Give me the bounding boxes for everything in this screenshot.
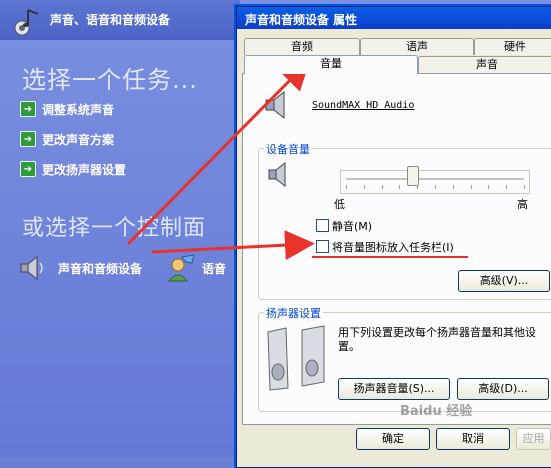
speaker-icon (265, 90, 285, 120)
slider-low-label: 低 (334, 198, 345, 211)
tab-hardware[interactable]: 硬件 (474, 38, 551, 55)
slider-tick (417, 185, 419, 189)
task-label: 更改扬声器设置 (42, 162, 127, 177)
button-label: 高级(V)... (479, 274, 529, 287)
task-adjust-system-sounds[interactable]: ➔ 调整系统声音 (20, 101, 114, 117)
slider-high-label: 高 (517, 198, 528, 211)
task-heading: 选择一个任务... (22, 66, 198, 94)
taskbar-icon-checkbox[interactable] (316, 240, 329, 253)
speaker-volume-button[interactable]: 扬声器音量(S)... (338, 378, 450, 400)
dialog-titlebar[interactable]: 声音和音频设备 属性 (237, 7, 551, 29)
slider-tick (363, 185, 365, 189)
slider-tick (488, 185, 490, 189)
item-label: 语音 (202, 261, 227, 276)
speaker-settings-group-label: 扬声器设置 (264, 305, 323, 321)
slider-tick (470, 185, 472, 189)
device-name: SoundMAX HD Audio (312, 100, 415, 111)
slider-tick (346, 185, 347, 189)
slider-tick (524, 185, 525, 189)
speech-item[interactable]: 语音 (164, 253, 226, 283)
audio-devices-icon (14, 9, 39, 36)
button-label: 应用(A) (522, 432, 545, 445)
mute-checkbox[interactable] (316, 219, 329, 232)
button-label: 取消 (462, 432, 484, 445)
button-label: 确定 (382, 432, 404, 445)
task-change-speaker-settings[interactable]: ➔ 更改扬声器设置 (20, 161, 126, 177)
tab-label: 声音 (476, 58, 498, 71)
task-label: 调整系统声音 (42, 102, 115, 117)
device-volume-group-label: 设备音量 (264, 141, 312, 157)
control-panel-or-heading: 或选择一个控制面 (22, 216, 207, 241)
cancel-button[interactable]: 取消 (436, 428, 510, 450)
speaker-icon (268, 161, 286, 188)
tab-label: 音量 (320, 57, 342, 70)
tab-label: 硬件 (504, 40, 526, 53)
advanced-volume-button[interactable]: 高级(V)... (458, 270, 550, 292)
arrow-right-icon: ➔ (20, 101, 36, 117)
slider-tick (452, 185, 454, 189)
tab-volume[interactable]: 音量 (244, 55, 418, 74)
sounds-audio-devices-item[interactable]: 声音和音频设备 (18, 253, 142, 283)
speaker-description: 用下列设置更改每个扬声器音量和其他设置。 (338, 326, 536, 353)
slider-tick (506, 185, 508, 189)
button-label: 高级(D)... (478, 382, 528, 395)
tab-audio[interactable]: 音频 (244, 38, 360, 55)
taskbar-icon-label: 将音量图标放入任务栏(I) (332, 241, 454, 254)
speaker-advanced-button[interactable]: 高级(D)... (457, 378, 549, 400)
control-panel-title: 声音、语音和音频设备 (50, 13, 171, 27)
arrow-right-icon: ➔ (20, 131, 36, 147)
item-label: 声音和音频设备 (58, 261, 143, 276)
volume-slider[interactable] (340, 170, 530, 194)
dialog-title: 声音和音频设备 属性 (245, 13, 358, 27)
apply-button[interactable]: 应用(A) (516, 428, 551, 450)
tab-sounds[interactable]: 声音 (418, 56, 551, 73)
tab-label: 语声 (406, 40, 428, 53)
tab-voice[interactable]: 语声 (360, 38, 474, 55)
mute-label: 静音(M) (332, 220, 373, 233)
watermark: Baidu 经验 (400, 404, 473, 419)
speech-icon (167, 254, 195, 282)
slider-tick (381, 185, 383, 189)
task-label: 更改声音方案 (42, 132, 115, 147)
control-panel-header: 声音、语音和音频设备 (0, 0, 240, 40)
slider-groove (346, 178, 524, 181)
slider-tick (399, 185, 401, 189)
ok-button[interactable]: 确定 (356, 428, 430, 450)
task-change-sound-scheme[interactable]: ➔ 更改声音方案 (20, 131, 114, 147)
speakers-icon (267, 325, 325, 391)
volume-slider-thumb[interactable] (406, 166, 419, 186)
tab-label: 音频 (291, 40, 313, 53)
arrow-right-icon: ➔ (20, 161, 36, 177)
button-label: 扬声器音量(S)... (353, 382, 435, 395)
speaker-icon (20, 255, 43, 281)
annotation-underline (312, 256, 468, 258)
slider-tick (435, 185, 436, 189)
